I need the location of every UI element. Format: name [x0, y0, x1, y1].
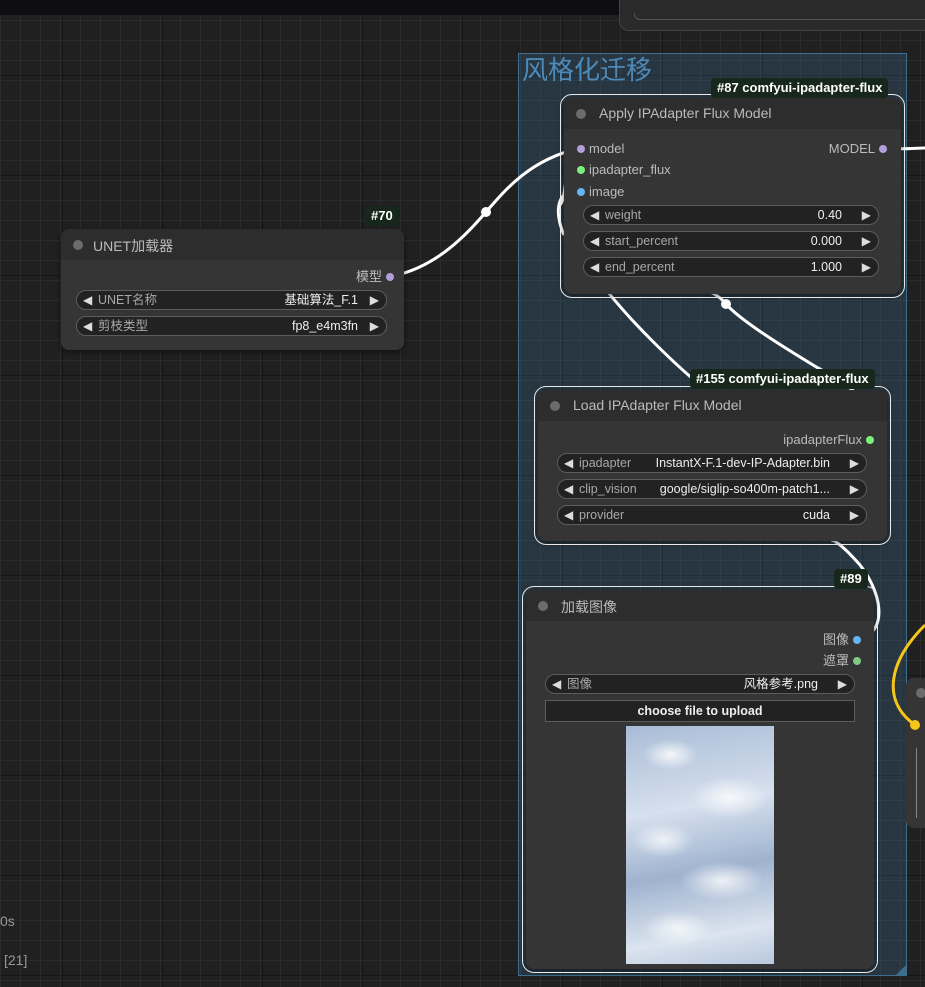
- queue-count: [21]: [4, 952, 28, 968]
- input-slot-ipadapter-flux[interactable]: ipadapter_flux: [577, 162, 671, 178]
- widget-label: end_percent: [605, 260, 675, 274]
- arrow-left-icon[interactable]: ◀: [564, 481, 573, 497]
- output-slot-model[interactable]: 模型: [355, 269, 394, 285]
- number-start-percent[interactable]: ◀ start_percent 0.000 ▶: [583, 231, 879, 251]
- yellow-socket[interactable]: [910, 720, 920, 730]
- node-header[interactable]: UNET加载器: [61, 229, 404, 260]
- slot-label: 模型: [355, 269, 382, 284]
- arrow-right-icon[interactable]: ▶: [862, 259, 871, 275]
- collapse-dot[interactable]: [576, 109, 586, 119]
- arrow-right-icon[interactable]: ▶: [370, 318, 379, 334]
- socket-dot[interactable]: [853, 657, 861, 665]
- node-id-badge: #70: [365, 206, 399, 226]
- widget-label: provider: [579, 508, 625, 522]
- combo-image-file[interactable]: ◀ 图像 风格参考.png ▶: [545, 674, 855, 694]
- output-slot-model[interactable]: MODEL: [828, 141, 887, 157]
- node-apply-ipadapter[interactable]: Apply IPAdapter Flux Model model ipadapt…: [560, 94, 905, 298]
- node-id-badge: #87 comfyui-ipadapter-flux: [711, 78, 889, 98]
- node-id-badge: #155 comfyui-ipadapter-flux: [690, 369, 875, 389]
- node-unet-loader[interactable]: UNET加载器 模型 ◀ UNET名称 基础算法_F.1 ▶ ◀ 剪枝类型 fp…: [61, 229, 404, 350]
- input-slot-image[interactable]: image: [577, 184, 625, 200]
- link-midpoint[interactable]: [481, 207, 491, 217]
- collapse-dot[interactable]: [73, 240, 83, 250]
- arrow-right-icon[interactable]: ▶: [850, 455, 859, 471]
- socket-dot[interactable]: [577, 188, 585, 196]
- widget-value: 风格参考.png: [743, 677, 818, 691]
- combo-ipadapter[interactable]: ◀ ipadapter InstantX-F.1-dev-IP-Adapter.…: [557, 453, 867, 473]
- node-title: Apply IPAdapter Flux Model: [599, 105, 772, 121]
- output-slot-mask[interactable]: 遮罩: [822, 653, 861, 669]
- combo-clip-vision[interactable]: ◀ clip_vision google/siglip-so400m-patch…: [557, 479, 867, 499]
- arrow-right-icon[interactable]: ▶: [850, 507, 859, 523]
- arrow-left-icon[interactable]: ◀: [83, 292, 92, 308]
- widget-value: 基础算法_F.1: [284, 293, 358, 307]
- combo-provider[interactable]: ◀ provider cuda ▶: [557, 505, 867, 525]
- arrow-right-icon[interactable]: ▶: [862, 207, 871, 223]
- arrow-left-icon[interactable]: ◀: [564, 507, 573, 523]
- arrow-left-icon[interactable]: ◀: [590, 259, 599, 275]
- slot-label: 图像: [822, 632, 849, 647]
- link-yellow[interactable]: [891, 623, 925, 727]
- slot-label: image: [589, 184, 625, 199]
- widget-value: InstantX-F.1-dev-IP-Adapter.bin: [655, 456, 830, 470]
- widget-value: google/siglip-so400m-patch1...: [659, 482, 830, 496]
- widget-label: ipadapter: [579, 456, 632, 470]
- number-weight[interactable]: ◀ weight 0.40 ▶: [583, 205, 879, 225]
- arrow-left-icon[interactable]: ◀: [590, 233, 599, 249]
- widget-label: clip_vision: [579, 482, 637, 496]
- widget-label: 图像: [567, 677, 593, 691]
- arrow-left-icon[interactable]: ◀: [590, 207, 599, 223]
- combo-unet-name[interactable]: ◀ UNET名称 基础算法_F.1 ▶: [76, 290, 387, 310]
- socket-dot[interactable]: [577, 145, 585, 153]
- arrow-left-icon[interactable]: ◀: [83, 318, 92, 334]
- slot-label: ipadapterFlux: [783, 432, 862, 447]
- node-id-badge: #89: [834, 569, 868, 589]
- widget-value: 0.000: [810, 234, 842, 248]
- socket-dot[interactable]: [853, 636, 861, 644]
- widget-label: UNET名称: [98, 293, 158, 307]
- slot-label: MODEL: [828, 141, 875, 156]
- widget-label: weight: [605, 208, 642, 222]
- slot-label: model: [589, 141, 625, 156]
- slot-label: 遮罩: [822, 653, 849, 668]
- output-slot-ipadapter-flux[interactable]: ipadapterFlux: [783, 432, 874, 448]
- node-title: UNET加载器: [93, 238, 174, 254]
- widget-label: start_percent: [605, 234, 678, 248]
- collapse-dot[interactable]: [550, 401, 560, 411]
- output-slot-image[interactable]: 图像: [822, 632, 861, 648]
- combo-weight-dtype[interactable]: ◀ 剪枝类型 fp8_e4m3fn ▶: [76, 316, 387, 336]
- image-preview: [626, 726, 774, 964]
- input-slot-model[interactable]: model: [577, 141, 625, 157]
- number-end-percent[interactable]: ◀ end_percent 1.000 ▶: [583, 257, 879, 277]
- arrow-left-icon[interactable]: ◀: [564, 455, 573, 471]
- widget-value: 1.000: [810, 260, 842, 274]
- widget-value: cuda: [802, 508, 830, 522]
- socket-dot[interactable]: [866, 436, 874, 444]
- link-image-mid[interactable]: [606, 291, 701, 387]
- arrow-right-icon[interactable]: ▶: [370, 292, 379, 308]
- collapse-dot[interactable]: [538, 601, 548, 611]
- link-midpoint[interactable]: [721, 299, 731, 309]
- node-title: 加载图像: [561, 599, 617, 615]
- node-header[interactable]: 加载图像: [526, 590, 874, 621]
- widget-label: 剪枝类型: [98, 319, 149, 333]
- execution-time: 0s: [0, 913, 15, 929]
- arrow-right-icon[interactable]: ▶: [862, 233, 871, 249]
- socket-dot[interactable]: [879, 145, 887, 153]
- arrow-left-icon[interactable]: ◀: [552, 676, 561, 692]
- node-title: Load IPAdapter Flux Model: [573, 397, 742, 413]
- node-load-ipadapter[interactable]: Load IPAdapter Flux Model ipadapterFlux …: [534, 386, 891, 545]
- slot-label: ipadapter_flux: [589, 162, 671, 177]
- arrow-right-icon[interactable]: ▶: [850, 481, 859, 497]
- node-header[interactable]: Apply IPAdapter Flux Model: [564, 98, 901, 129]
- upload-button[interactable]: choose file to upload: [545, 700, 855, 722]
- socket-dot[interactable]: [577, 166, 585, 174]
- widget-value: fp8_e4m3fn: [291, 319, 358, 333]
- widget-value: 0.40: [817, 208, 842, 222]
- socket-dot[interactable]: [386, 273, 394, 281]
- node-load-image[interactable]: 加载图像 图像 遮罩 ◀ 图像 风格参考.png ▶ choose file t…: [522, 586, 878, 973]
- arrow-right-icon[interactable]: ▶: [838, 676, 847, 692]
- node-header[interactable]: Load IPAdapter Flux Model: [538, 390, 887, 421]
